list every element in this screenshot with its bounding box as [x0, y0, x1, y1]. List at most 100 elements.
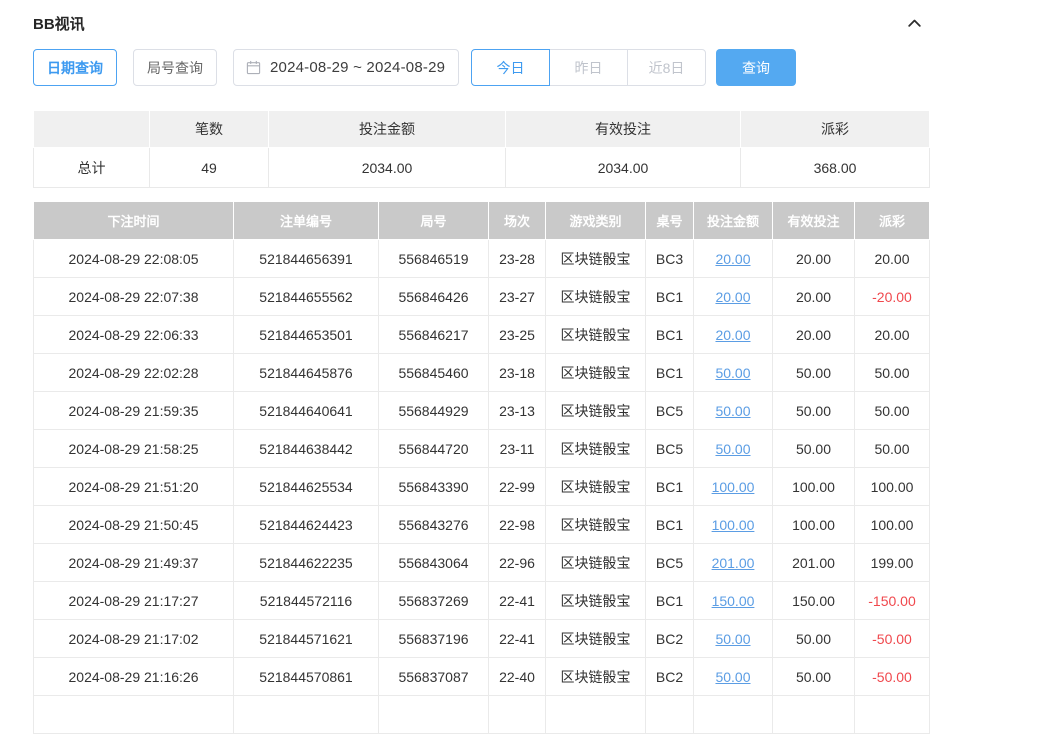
bet-amount-link[interactable]: 50.00	[715, 365, 750, 381]
payout-cell: 199.00	[855, 544, 930, 582]
quick-last8days-button[interactable]: 近8日	[627, 49, 706, 86]
round-id-cell: 556837087	[379, 658, 489, 696]
payout-cell: 100.00	[855, 468, 930, 506]
order-id-cell: 521844645876	[234, 354, 379, 392]
table-no-cell: BC5	[646, 392, 694, 430]
bet-amount-cell: 150.00	[694, 582, 773, 620]
bet-amount-link[interactable]: 100.00	[712, 479, 755, 495]
quick-yesterday-button[interactable]: 昨日	[549, 49, 628, 86]
bet-amount-cell: 100.00	[694, 506, 773, 544]
round-id-cell: 556844929	[379, 392, 489, 430]
order-id-cell: 521844571621	[234, 620, 379, 658]
bet-time-cell: 2024-08-29 21:16:26	[34, 658, 234, 696]
bet-table-column-header: 场次	[489, 202, 546, 240]
bet-amount-cell: 50.00	[694, 620, 773, 658]
bet-amount-link[interactable]: 20.00	[715, 327, 750, 343]
table-no-cell: BC5	[646, 544, 694, 582]
session-cell: 22-98	[489, 506, 546, 544]
payout-cell: 50.00	[855, 354, 930, 392]
session-cell: 23-18	[489, 354, 546, 392]
game-type-cell: 区块链骰宝	[546, 658, 646, 696]
bet-table-column-header: 局号	[379, 202, 489, 240]
session-cell: 23-28	[489, 240, 546, 278]
game-type-cell: 区块链骰宝	[546, 392, 646, 430]
date-range-picker[interactable]: 2024-08-29 ~ 2024-08-29	[233, 49, 459, 86]
valid-bet-cell: 20.00	[773, 278, 855, 316]
table-row: 2024-08-29 21:59:35521844640641556844929…	[34, 392, 930, 430]
summary-header-valid-bet: 有效投注	[506, 111, 741, 148]
game-type-cell: 区块链骰宝	[546, 354, 646, 392]
bet-table-column-header: 注单编号	[234, 202, 379, 240]
search-button[interactable]: 查询	[716, 49, 796, 86]
valid-bet-cell: 100.00	[773, 506, 855, 544]
bet-amount-cell: 201.00	[694, 544, 773, 582]
bet-table-column-header: 桌号	[646, 202, 694, 240]
bet-table-head: 下注时间注单编号局号场次游戏类别桌号投注金额有效投注派彩	[34, 202, 930, 240]
table-row: 2024-08-29 22:08:05521844656391556846519…	[34, 240, 930, 278]
round-id-cell: 556843390	[379, 468, 489, 506]
bet-amount-link[interactable]: 150.00	[712, 593, 755, 609]
round-id-cell: 556844720	[379, 430, 489, 468]
payout-cell: -150.00	[855, 582, 930, 620]
bet-amount-link[interactable]: 50.00	[715, 403, 750, 419]
session-cell: 23-11	[489, 430, 546, 468]
payout-cell: -50.00	[855, 620, 930, 658]
bet-time-cell: 2024-08-29 22:06:33	[34, 316, 234, 354]
summary-header-bet-amount: 投注金额	[269, 111, 506, 148]
bet-amount-link[interactable]: 100.00	[712, 517, 755, 533]
table-row-partial	[34, 696, 930, 734]
bet-amount-link[interactable]: 50.00	[715, 631, 750, 647]
game-type-cell: 区块链骰宝	[546, 316, 646, 354]
bet-amount-link[interactable]: 20.00	[715, 289, 750, 305]
panel-title: BB视讯	[33, 13, 85, 34]
session-cell: 22-41	[489, 620, 546, 658]
collapse-chevron-icon[interactable]	[906, 15, 923, 32]
bet-amount-cell: 100.00	[694, 468, 773, 506]
summary-header-empty	[34, 111, 150, 148]
game-type-cell: 区块链骰宝	[546, 544, 646, 582]
order-id-cell: 521844570861	[234, 658, 379, 696]
round-query-tab[interactable]: 局号查询	[133, 49, 217, 86]
table-no-cell: BC3	[646, 240, 694, 278]
table-no-cell: BC2	[646, 620, 694, 658]
valid-bet-cell: 50.00	[773, 430, 855, 468]
valid-bet-cell: 20.00	[773, 240, 855, 278]
calendar-icon	[246, 60, 261, 75]
round-id-cell: 556843276	[379, 506, 489, 544]
bet-amount-link[interactable]: 20.00	[715, 251, 750, 267]
table-no-cell: BC2	[646, 658, 694, 696]
table-no-cell	[646, 696, 694, 734]
order-id-cell: 521844572116	[234, 582, 379, 620]
bet-amount-link[interactable]: 50.00	[715, 669, 750, 685]
bet-amount-link[interactable]: 50.00	[715, 441, 750, 457]
table-row: 2024-08-29 21:17:27521844572116556837269…	[34, 582, 930, 620]
table-row: 2024-08-29 21:51:20521844625534556843390…	[34, 468, 930, 506]
date-query-tab[interactable]: 日期查询	[33, 49, 117, 86]
table-row: 2024-08-29 22:07:38521844655562556846426…	[34, 278, 930, 316]
session-cell: 22-41	[489, 582, 546, 620]
payout-cell: -20.00	[855, 278, 930, 316]
round-id-cell: 556837196	[379, 620, 489, 658]
bet-time-cell: 2024-08-29 21:59:35	[34, 392, 234, 430]
order-id-cell: 521844624423	[234, 506, 379, 544]
panel-header: BB视讯	[33, 10, 929, 36]
valid-bet-cell: 50.00	[773, 392, 855, 430]
round-id-cell: 556846217	[379, 316, 489, 354]
summary-header-row: 笔数 投注金额 有效投注 派彩	[34, 111, 930, 148]
filter-toolbar: 日期查询 局号查询 2024-08-29 ~ 2024-08-29 今日 昨日 …	[33, 49, 1009, 86]
bet-time-cell: 2024-08-29 21:51:20	[34, 468, 234, 506]
bet-table-header-row: 下注时间注单编号局号场次游戏类别桌号投注金额有效投注派彩	[34, 202, 930, 240]
bet-records-panel: BB视讯 日期查询 局号查询 2024-08-29 ~ 2024-08-29 今…	[0, 0, 1042, 734]
session-cell: 22-40	[489, 658, 546, 696]
table-row: 2024-08-29 21:58:25521844638442556844720…	[34, 430, 930, 468]
table-row: 2024-08-29 21:17:02521844571621556837196…	[34, 620, 930, 658]
game-type-cell: 区块链骰宝	[546, 620, 646, 658]
round-id-cell: 556843064	[379, 544, 489, 582]
game-type-cell	[546, 696, 646, 734]
quick-today-button[interactable]: 今日	[471, 49, 550, 86]
round-id-cell: 556846519	[379, 240, 489, 278]
bet-amount-link[interactable]: 201.00	[712, 555, 755, 571]
order-id-cell: 521844640641	[234, 392, 379, 430]
table-row: 2024-08-29 22:02:28521844645876556845460…	[34, 354, 930, 392]
summary-header-payout: 派彩	[741, 111, 930, 148]
